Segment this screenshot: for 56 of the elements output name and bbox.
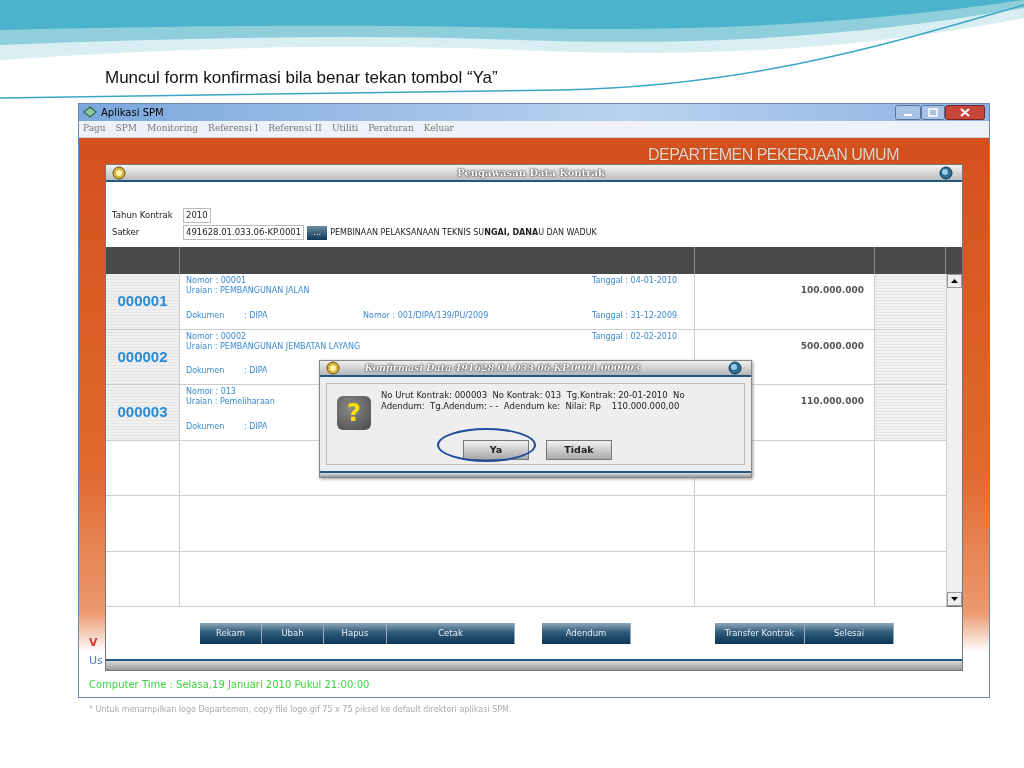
menu-item[interactable]: Pagu: [83, 122, 106, 136]
action-button[interactable]: Hapus: [324, 622, 387, 644]
dialog-title: Konfirmasi Data 491628.01.033.06.KP.0001.000003: [363, 361, 642, 376]
menu-item[interactable]: SPM: [115, 122, 137, 136]
field-label: Satker: [112, 226, 141, 239]
action-button[interactable]: Adendum: [542, 622, 631, 644]
field-label: Tahun Kontrak: [112, 209, 174, 222]
dokumen-label: Dokumen: [186, 421, 226, 432]
menu-item[interactable]: Referensi II: [268, 122, 322, 136]
row-number: 000001: [117, 291, 168, 311]
cut-text: V: [89, 637, 99, 649]
action-button[interactable]: Ubah: [262, 622, 324, 644]
input-field[interactable]: 491628.01.033.06-KP.0001: [183, 225, 305, 240]
question-icon: ?: [337, 396, 371, 431]
menu-item[interactable]: Referensi I: [208, 122, 259, 136]
cut-text: Us: [89, 655, 104, 667]
yes-button[interactable]: Ya: [463, 440, 529, 461]
uraian-text: Uraian : PEMBANGUNAN JEMBATAN LAYANG: [186, 341, 361, 351]
window-title: Aplikasi SPM: [101, 106, 164, 120]
no-button[interactable]: Tidak: [546, 440, 612, 461]
dokumen-value: : DIPA: [244, 310, 268, 321]
tanggal-text: Tanggal : 04-01-2010: [592, 276, 679, 286]
amount-text: 500.000.000: [800, 340, 864, 351]
form-title: Pengawasan Data Kontrak: [456, 166, 607, 180]
row-number: 000003: [117, 402, 168, 422]
logo-note: * Untuk menampilkan logo Departemen, copy file logo.gif 75 x 75 piksel ke default direktori aplikasi SPM.: [89, 705, 512, 714]
menu-item[interactable]: Keluar: [423, 122, 454, 136]
dokumen-label: Dokumen: [186, 310, 226, 321]
action-button[interactable]: Rekam: [200, 622, 262, 644]
amount-text: 100.000.000: [800, 285, 864, 295]
dokumen-tanggal: Tanggal : 31-12-2009: [592, 310, 679, 321]
satker-description: PEMBINAAN PELAKSANAAN TEKNIS SUNGAI, DANAU DAN WADUK: [330, 226, 597, 239]
computer-time: Computer Time : Selasa,19 Januari 2010 Pukul 21:00:00: [89, 679, 370, 690]
row-number: 000002: [117, 346, 168, 367]
action-button[interactable]: Cetak: [387, 622, 515, 644]
amount-text: 110.000.000: [800, 396, 864, 406]
dokumen-nomor: Nomor : 001/DIPA/139/PU/2009: [363, 310, 489, 320]
nomor-text: Nomor : 013: [186, 387, 236, 397]
tanggal-text: Tanggal : 02-02-2010: [592, 331, 679, 342]
menu-item[interactable]: Monitoring: [147, 122, 199, 136]
uraian-text: Uraian : PEMBANGUNAN JALAN: [186, 286, 310, 295]
action-button[interactable]: Selesai: [805, 622, 894, 644]
browse-button[interactable]: ...: [307, 225, 328, 240]
department-title: DEPARTEMEN PEKERJAAN UMUM: [648, 146, 899, 164]
dokumen-value: : DIPA: [244, 366, 268, 376]
nomor-text: Nomor : 00001: [186, 276, 247, 286]
input-field[interactable]: 2010: [183, 208, 211, 223]
dokumen-label: Dokumen: [186, 366, 226, 376]
confirmation-message: No Urut Kontrak: 000003 No Kontrak: 013 Tg.Kontrak: 20-01-2010 No Adendum: Tg.Adendum: - - Adendum ke: Nilai: Rp 110.000.000,00: [381, 390, 686, 414]
menu-item[interactable]: Peraturan: [368, 122, 414, 136]
menu-item[interactable]: Utiliti: [331, 122, 359, 136]
nomor-text: Nomor : 00002: [186, 331, 247, 342]
action-button[interactable]: Transfer Kontrak: [715, 622, 805, 644]
slide-caption: Muncul form konfirmasi bila benar tekan tombol “Ya”: [105, 68, 498, 88]
uraian-text: Uraian : Pemeliharaan: [186, 397, 275, 406]
dokumen-value: : DIPA: [244, 421, 268, 432]
